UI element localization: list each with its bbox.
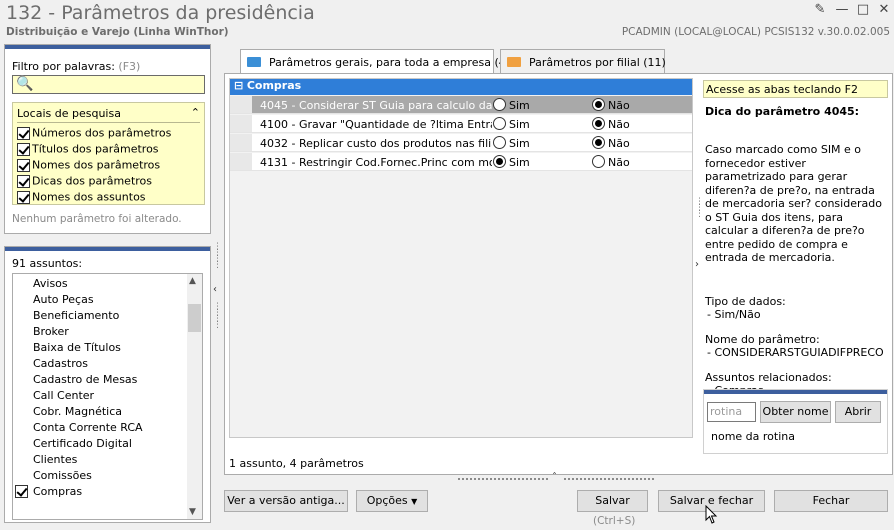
folder-icon [507,57,521,67]
abrir-button[interactable]: Abrir [835,401,881,423]
subjects-list[interactable]: Avisos Auto Peças Beneficiamento Broker … [12,273,203,520]
window-subtitle: Distribuição e Varejo (Linha WinThor) [6,26,229,38]
parameters-grid[interactable]: ⊟ Compras 4045 - Considerar ST Guia para… [229,78,693,438]
option-titulos[interactable]: Títulos dos parâmetros [17,142,159,157]
list-item[interactable]: Comissões [33,469,92,482]
filter-label: Filtro por palavras: (F3) [12,60,141,73]
collapse-icon[interactable]: ⌃ [191,106,200,119]
radio-nao[interactable] [592,117,605,130]
group-header[interactable]: ⊟ Compras [230,79,692,95]
list-item[interactable]: Call Center [33,389,94,402]
collapse-right-icon: › [695,259,699,270]
locais-label: Locais de pesquisa [17,107,121,120]
filter-panel: Filtro por palavras: (F3) 🔍 Locais de pe… [4,44,211,234]
list-item[interactable]: Cadastros [33,357,88,370]
radio-sim[interactable] [493,155,506,168]
minimize-icon[interactable]: — [834,2,850,18]
list-item[interactable]: Cobr. Magnética [33,405,122,418]
checkbox-icon [17,190,30,204]
panel-bar [704,390,887,394]
window-title: 132 - Parâmetros da presidência [6,2,315,24]
radio-nao[interactable] [592,136,605,149]
parameters-panel: ⊟ Compras 4045 - Considerar ST Guia para… [224,73,893,475]
checkbox-icon [17,174,30,188]
list-item[interactable]: Baixa de Títulos [33,341,121,354]
save-button[interactable]: Salvar [577,490,648,512]
options-button[interactable]: Opções ▼ [356,490,428,512]
scroll-down-icon[interactable]: ▼ [189,507,196,517]
tab-parametros-filial[interactable]: Parâmetros por filial (11) [500,49,666,73]
checkbox-icon [17,126,30,140]
change-status: Nenhum parâmetro foi alterado. [12,213,182,225]
radio-sim[interactable] [493,98,506,111]
name-value: - CONSIDERARSTGUIADIFPRECO [707,346,884,359]
collapse-left-icon: ‹ [213,284,217,295]
old-version-button[interactable]: Ver a versão antiga... [224,490,348,512]
list-item[interactable]: Certificado Digital [33,437,132,450]
option-assuntos[interactable]: Nomes dos assuntos [17,190,146,205]
checkbox-icon[interactable] [15,485,28,498]
tab-parametros-gerais[interactable]: Parâmetros gerais, para toda a empresa (… [240,49,510,74]
list-item-compras[interactable]: Compras [33,485,82,498]
list-item[interactable]: Cadastro de Mesas [33,373,137,386]
user-info: PCADMIN (LOCAL@LOCAL) PCSIS132 v.30.0.02… [621,26,890,38]
dropdown-arrow-icon: ▼ [411,497,418,506]
radio-nao[interactable] [592,98,605,111]
subjects-panel: 91 assuntos: Avisos Auto Peças Beneficia… [4,246,211,523]
related-label: Assuntos relacionados: [705,370,832,384]
panel-bar [5,247,210,251]
folder-icon [247,57,261,67]
cursor-icon [705,505,718,524]
list-item[interactable]: Broker [33,325,69,338]
scroll-up-icon[interactable]: ▲ [189,276,196,286]
horizontal-splitter[interactable]: ˆ [458,472,658,484]
help-body: Caso marcado como SIM e o fornecedor est… [705,143,887,398]
table-row[interactable]: 4131 - Restringir Cod.Fornec.Princ com m… [230,153,692,171]
restore-icon[interactable]: ✎ [812,2,828,18]
panel-bar [5,45,210,49]
list-item[interactable]: Clientes [33,453,77,466]
checkbox-icon [17,158,30,172]
search-icon: 🔍 [16,76,34,92]
radio-nao[interactable] [592,155,605,168]
table-row[interactable]: 4032 - Replicar custo dos produtos nas f… [230,134,692,152]
collapse-up-icon: ˆ [552,472,557,483]
help-title: Dica do parâmetro 4045: [705,105,860,118]
vertical-splitter[interactable]: ⋮ ⋮ ⋮ ⋮ ‹ ⋮ ⋮ ⋮ ⋮ [212,243,222,364]
list-item[interactable]: Conta Corrente RCA [33,421,143,434]
obter-nome-button[interactable]: Obter nome [760,401,831,423]
list-item[interactable]: Auto Peças [33,293,94,306]
name-label: Nome do parâmetro: [705,332,820,346]
scroll-thumb[interactable] [188,304,201,332]
close-button[interactable]: Fechar [774,490,888,512]
list-item[interactable]: Avisos [33,277,68,290]
checkbox-icon [17,142,30,156]
maximize-icon[interactable]: □ [855,2,871,18]
radio-sim[interactable] [493,136,506,149]
collapse-group-icon: ⊟ [234,79,244,92]
save-shortcut: (Ctrl+S) [593,515,636,527]
table-row[interactable]: 4045 - Considerar ST Guia para calculo d… [230,96,692,114]
grid-status: 1 assunto, 4 parâmetros [229,457,364,470]
filter-shortcut: (F3) [118,60,141,73]
type-value: - Sim/Não [707,308,761,321]
list-item[interactable]: Beneficiamento [33,309,119,322]
option-nomes[interactable]: Nomes dos parâmetros [17,158,160,173]
hint-box: Acesse as abas teclando F2 [703,80,888,98]
subjects-count: 91 assuntos: [12,257,83,270]
help-pane: Acesse as abas teclando F2 Dica do parâm… [701,78,890,470]
rotina-box: rotina Obter nome Abrir nome da rotina [703,389,888,454]
rotina-input[interactable]: rotina [707,402,756,422]
option-numeros[interactable]: Números dos parâmetros [17,126,171,141]
option-dicas[interactable]: Dicas dos parâmetros [17,174,152,189]
close-icon[interactable]: ✕ [876,2,892,18]
filter-input[interactable]: 🔍 [12,75,205,94]
type-label: Tipo de dados: [705,294,786,308]
search-locations: Locais de pesquisa ⌃ Números dos parâmet… [12,102,205,205]
help-description: Caso marcado como SIM e o fornecedor est… [705,143,882,264]
radio-sim[interactable] [493,117,506,130]
table-row[interactable]: 4100 - Gravar "Quantidade de ?ltima Entr… [230,115,692,133]
rotina-caption: nome da rotina [711,430,795,443]
subjects-scrollbar[interactable]: ▲ ▼ [187,274,202,519]
